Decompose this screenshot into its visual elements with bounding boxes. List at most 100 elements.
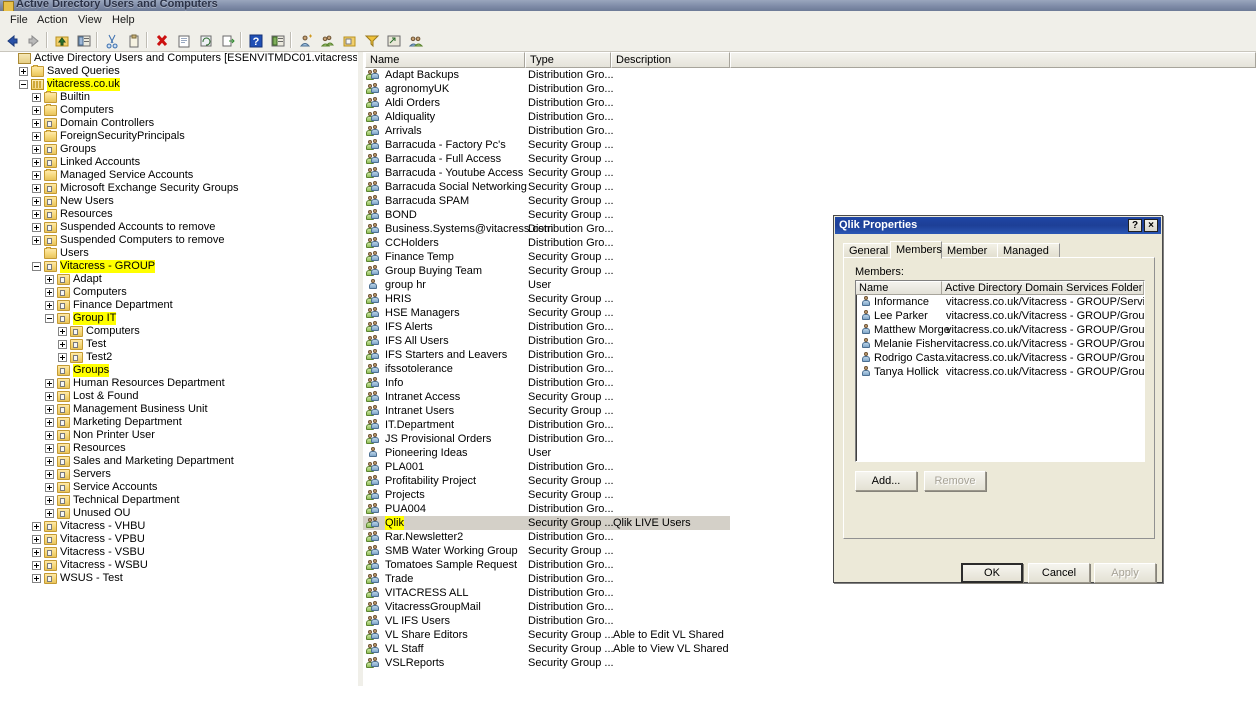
tree-item-microsoft-exchange-security-groups[interactable]: Microsoft Exchange Security Groups — [0, 182, 357, 195]
expand-toggle-icon[interactable] — [32, 184, 41, 193]
tree-item-group-it[interactable]: Group IT — [0, 312, 357, 325]
expand-toggle-icon[interactable] — [45, 301, 54, 310]
tree-item-lost-found[interactable]: Lost & Found — [0, 390, 357, 403]
expand-toggle-icon[interactable] — [19, 67, 28, 76]
menu-item-file[interactable]: File — [6, 14, 32, 26]
expand-toggle-icon[interactable] — [45, 418, 54, 427]
table-row[interactable]: VitacressGroupMail Distribution Gro... — [363, 600, 1256, 614]
new-ou-icon[interactable] — [340, 31, 360, 50]
expand-toggle-icon[interactable] — [32, 93, 41, 102]
list-column-type[interactable]: Type — [525, 52, 611, 68]
tree-item-wsus-test[interactable]: WSUS - Test — [0, 572, 357, 585]
menu-item-help[interactable]: Help — [108, 14, 139, 26]
members-row[interactable]: Tanya Hollick vitacress.co.uk/Vitacress -… — [856, 365, 1144, 379]
tree-item-vitacress-wsbu[interactable]: Vitacress - WSBU — [0, 559, 357, 572]
expand-toggle-icon[interactable] — [45, 444, 54, 453]
members-row[interactable]: Rodrigo Casta... vitacress.co.uk/Vitacres… — [856, 351, 1144, 365]
tab-general[interactable]: General — [843, 243, 891, 258]
expand-toggle-icon[interactable] — [19, 80, 28, 89]
expand-toggle-icon[interactable] — [45, 314, 54, 323]
find-icon[interactable] — [384, 31, 404, 50]
tree-item-technical-department[interactable]: Technical Department — [0, 494, 357, 507]
expand-toggle-icon[interactable] — [45, 470, 54, 479]
expand-toggle-icon[interactable] — [58, 353, 67, 362]
properties-icon[interactable] — [174, 31, 194, 50]
show-window-icon[interactable] — [268, 31, 288, 50]
expand-toggle-icon[interactable] — [45, 275, 54, 284]
table-row[interactable]: Aldi Orders Distribution Gro... — [363, 96, 1256, 110]
tree-item-marketing-department[interactable]: Marketing Department — [0, 416, 357, 429]
apply-button[interactable]: Apply — [1094, 563, 1156, 583]
expand-toggle-icon[interactable] — [45, 392, 54, 401]
tree-item-test2[interactable]: Test2 — [0, 351, 357, 364]
expand-toggle-icon[interactable] — [45, 431, 54, 440]
tree-item-resources[interactable]: Resources — [0, 442, 357, 455]
tree-item-finance-department[interactable]: Finance Department — [0, 299, 357, 312]
add-members-icon[interactable] — [406, 31, 426, 50]
console-tree-pane[interactable]: Active Directory Users and Computers [ES… — [0, 52, 358, 707]
expand-toggle-icon[interactable] — [32, 236, 41, 245]
tree-item-active-directory-users-and-computers-esenvitmdc01-vitacress-co-uk[interactable]: Active Directory Users and Computers [ES… — [0, 52, 357, 65]
expand-toggle-icon[interactable] — [45, 457, 54, 466]
tab-member-of[interactable]: Member Of — [941, 243, 998, 271]
help-icon[interactable]: ? — [1128, 219, 1142, 232]
export-list-icon[interactable] — [218, 31, 238, 50]
tree-item-vitacress-co-uk[interactable]: vitacress.co.uk — [0, 78, 357, 91]
expand-toggle-icon[interactable] — [32, 223, 41, 232]
tree-item-test[interactable]: Test — [0, 338, 357, 351]
expand-toggle-icon[interactable] — [32, 522, 41, 531]
table-row[interactable]: Barracuda SPAM Security Group ... — [363, 194, 1256, 208]
expand-toggle-icon[interactable] — [32, 119, 41, 128]
new-user-icon[interactable] — [296, 31, 316, 50]
expand-toggle-icon[interactable] — [45, 483, 54, 492]
tree-item-new-users[interactable]: New Users — [0, 195, 357, 208]
expand-toggle-icon[interactable] — [32, 158, 41, 167]
close-icon[interactable]: × — [1144, 219, 1158, 232]
tree-item-vitacress-vhbu[interactable]: Vitacress - VHBU — [0, 520, 357, 533]
cut-icon[interactable] — [102, 31, 122, 50]
table-row[interactable]: Arrivals Distribution Gro... — [363, 124, 1256, 138]
table-row[interactable]: VL Share Editors Security Group ... Able t… — [363, 628, 1256, 642]
expand-toggle-icon[interactable] — [32, 197, 41, 206]
table-row[interactable]: agronomyUK Distribution Gro... — [363, 82, 1256, 96]
members-row[interactable]: Matthew Morge vitacress.co.uk/Vitacress -… — [856, 323, 1144, 337]
cancel-button[interactable]: Cancel — [1028, 563, 1090, 583]
table-row[interactable]: Barracuda - Youtube Access Security Group… — [363, 166, 1256, 180]
list-column-blank[interactable] — [730, 52, 1256, 68]
expand-toggle-icon[interactable] — [32, 171, 41, 180]
table-row[interactable]: VSLReports Security Group ... — [363, 656, 1256, 670]
tab-managed-by[interactable]: Managed By — [997, 243, 1060, 271]
new-group-icon[interactable] — [318, 31, 338, 50]
expand-toggle-icon[interactable] — [32, 145, 41, 154]
tree-item-sales-and-marketing-department[interactable]: Sales and Marketing Department — [0, 455, 357, 468]
tree-item-unused-ou[interactable]: Unused OU — [0, 507, 357, 520]
tree-item-computers[interactable]: Computers — [0, 286, 357, 299]
tree-item-groups[interactable]: Groups — [0, 364, 357, 377]
show-hide-tree-icon[interactable] — [74, 31, 94, 50]
ok-button[interactable]: OK — [961, 563, 1023, 583]
expand-toggle-icon[interactable] — [45, 509, 54, 518]
expand-toggle-icon[interactable] — [45, 405, 54, 414]
tree-item-non-printer-user[interactable]: Non Printer User — [0, 429, 357, 442]
table-row[interactable]: Qlik Security Group ... Qlik LIVE Users — [363, 516, 730, 530]
expand-toggle-icon[interactable] — [32, 561, 41, 570]
table-row[interactable]: VITACRESS ALL Distribution Gro... — [363, 586, 1256, 600]
members-column-name[interactable]: Name — [856, 281, 942, 295]
tree-item-vitacress-vsbu[interactable]: Vitacress - VSBU — [0, 546, 357, 559]
list-column-name[interactable]: Name — [365, 52, 525, 68]
tree-item-domain-controllers[interactable]: Domain Controllers — [0, 117, 357, 130]
members-row[interactable]: Lee Parker vitacress.co.uk/Vitacress - GR… — [856, 309, 1144, 323]
tab-members[interactable]: Members — [890, 241, 942, 259]
members-row[interactable]: Informance vitacress.co.uk/Vitacress - GR… — [856, 295, 1144, 309]
paste-icon[interactable] — [124, 31, 144, 50]
tree-item-suspended-accounts-to-remove[interactable]: Suspended Accounts to remove — [0, 221, 357, 234]
expand-toggle-icon[interactable] — [32, 106, 41, 115]
tree-item-suspended-computers-to-remove[interactable]: Suspended Computers to remove — [0, 234, 357, 247]
tree-item-vitacress-vpbu[interactable]: Vitacress - VPBU — [0, 533, 357, 546]
table-row[interactable]: VL IFS Users Distribution Gro... — [363, 614, 1256, 628]
tree-item-adapt[interactable]: Adapt — [0, 273, 357, 286]
tree-item-management-business-unit[interactable]: Management Business Unit — [0, 403, 357, 416]
forward-icon[interactable] — [24, 31, 44, 50]
delete-icon[interactable] — [152, 31, 172, 50]
tree-item-resources[interactable]: Resources — [0, 208, 357, 221]
